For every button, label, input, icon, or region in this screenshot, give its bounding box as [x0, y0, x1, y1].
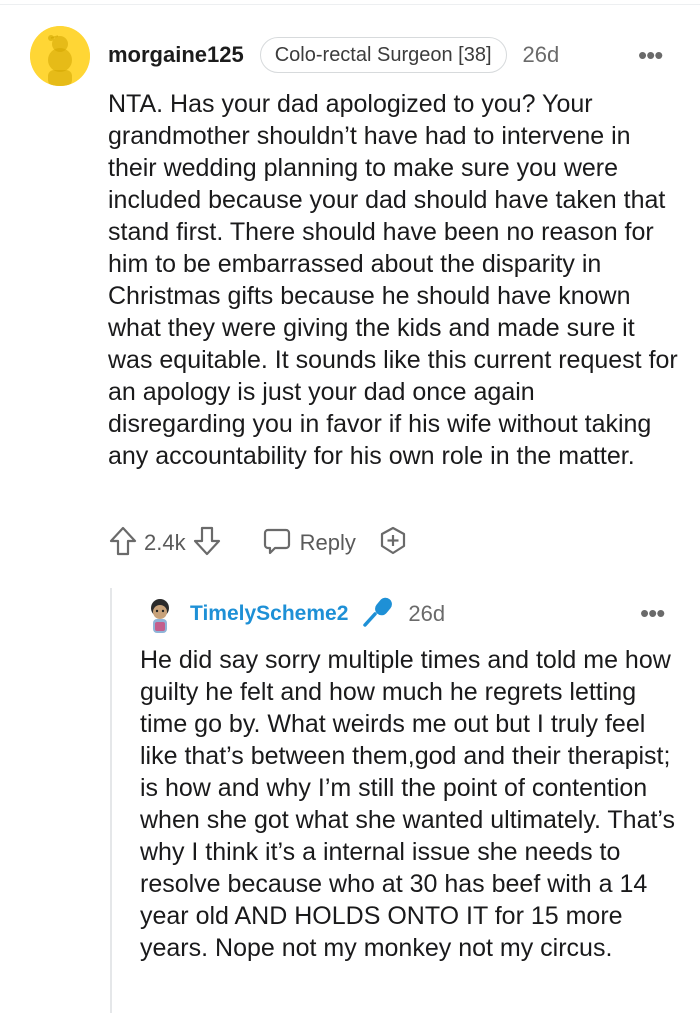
upvote-arrow-icon[interactable]: [108, 525, 138, 562]
top-divider: [0, 4, 700, 5]
vote-score: 2.4k: [144, 530, 186, 555]
award-plus-icon[interactable]: [378, 525, 408, 562]
downvote-arrow-icon[interactable]: [192, 525, 222, 562]
more-options-icon[interactable]: •••: [640, 598, 665, 629]
speech-bubble-icon: [262, 526, 292, 561]
comment-age: 26d: [522, 42, 560, 67]
microphone-icon: [360, 595, 394, 634]
thread-line[interactable]: [110, 588, 112, 1013]
reply-age: 26d: [408, 601, 446, 626]
reply-body: He did say sorry multiple times and told…: [140, 646, 676, 962]
reply-button[interactable]: Reply: [262, 526, 356, 561]
comment-header: morgaine125 Colo-rectal Surgeon [38] 26d: [108, 36, 559, 74]
reply-label: Reply: [299, 530, 356, 555]
avatar-snoo-icon[interactable]: [30, 26, 90, 86]
reply-header: TimelyScheme2 26d: [190, 596, 445, 632]
more-options-icon[interactable]: •••: [638, 40, 663, 71]
user-flair: Colo-rectal Surgeon [38]: [259, 37, 507, 73]
comment-body: NTA. Has your dad apologized to you? You…: [108, 90, 678, 470]
comment-username[interactable]: morgaine125: [108, 42, 244, 68]
reply-username[interactable]: TimelyScheme2: [190, 602, 348, 626]
comment-actions: 2.4k Reply: [108, 524, 408, 562]
reply-avatar-icon[interactable]: [142, 598, 178, 636]
